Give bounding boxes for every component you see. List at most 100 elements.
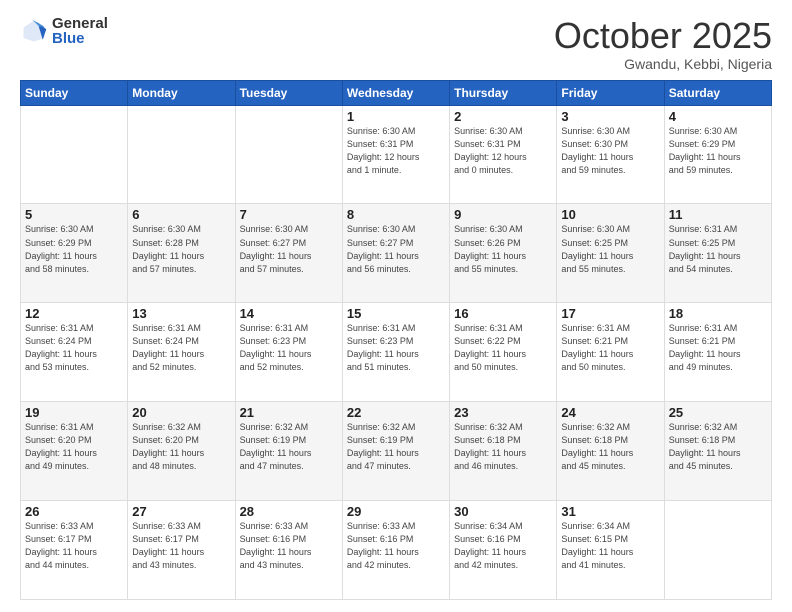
table-row: 16Sunrise: 6:31 AM Sunset: 6:22 PM Dayli… <box>450 303 557 402</box>
day-number: 12 <box>25 306 123 321</box>
day-info: Sunrise: 6:33 AM Sunset: 6:17 PM Dayligh… <box>132 520 230 572</box>
day-info: Sunrise: 6:31 AM Sunset: 6:23 PM Dayligh… <box>347 322 445 374</box>
table-row: 11Sunrise: 6:31 AM Sunset: 6:25 PM Dayli… <box>664 204 771 303</box>
day-info: Sunrise: 6:30 AM Sunset: 6:31 PM Dayligh… <box>454 125 552 177</box>
table-row: 30Sunrise: 6:34 AM Sunset: 6:16 PM Dayli… <box>450 501 557 600</box>
day-number: 28 <box>240 504 338 519</box>
day-number: 2 <box>454 109 552 124</box>
day-number: 1 <box>347 109 445 124</box>
day-info: Sunrise: 6:32 AM Sunset: 6:18 PM Dayligh… <box>669 421 767 473</box>
day-number: 11 <box>669 207 767 222</box>
day-info: Sunrise: 6:31 AM Sunset: 6:20 PM Dayligh… <box>25 421 123 473</box>
day-number: 18 <box>669 306 767 321</box>
day-info: Sunrise: 6:34 AM Sunset: 6:16 PM Dayligh… <box>454 520 552 572</box>
col-sunday: Sunday <box>21 80 128 105</box>
logo-text: General Blue <box>52 16 108 46</box>
title-block: October 2025 Gwandu, Kebbi, Nigeria <box>554 16 772 72</box>
table-row: 17Sunrise: 6:31 AM Sunset: 6:21 PM Dayli… <box>557 303 664 402</box>
day-info: Sunrise: 6:34 AM Sunset: 6:15 PM Dayligh… <box>561 520 659 572</box>
day-info: Sunrise: 6:31 AM Sunset: 6:21 PM Dayligh… <box>669 322 767 374</box>
logo-icon <box>20 17 48 45</box>
location-subtitle: Gwandu, Kebbi, Nigeria <box>554 56 772 72</box>
table-row: 15Sunrise: 6:31 AM Sunset: 6:23 PM Dayli… <box>342 303 449 402</box>
table-row: 28Sunrise: 6:33 AM Sunset: 6:16 PM Dayli… <box>235 501 342 600</box>
table-row: 31Sunrise: 6:34 AM Sunset: 6:15 PM Dayli… <box>557 501 664 600</box>
table-row: 24Sunrise: 6:32 AM Sunset: 6:18 PM Dayli… <box>557 402 664 501</box>
table-row: 23Sunrise: 6:32 AM Sunset: 6:18 PM Dayli… <box>450 402 557 501</box>
day-number: 10 <box>561 207 659 222</box>
table-row <box>235 105 342 204</box>
day-info: Sunrise: 6:30 AM Sunset: 6:25 PM Dayligh… <box>561 223 659 275</box>
day-number: 13 <box>132 306 230 321</box>
day-info: Sunrise: 6:30 AM Sunset: 6:26 PM Dayligh… <box>454 223 552 275</box>
day-number: 31 <box>561 504 659 519</box>
calendar-week-row: 19Sunrise: 6:31 AM Sunset: 6:20 PM Dayli… <box>21 402 772 501</box>
day-info: Sunrise: 6:33 AM Sunset: 6:16 PM Dayligh… <box>240 520 338 572</box>
day-number: 14 <box>240 306 338 321</box>
day-info: Sunrise: 6:31 AM Sunset: 6:22 PM Dayligh… <box>454 322 552 374</box>
day-number: 5 <box>25 207 123 222</box>
day-number: 19 <box>25 405 123 420</box>
day-number: 3 <box>561 109 659 124</box>
day-number: 24 <box>561 405 659 420</box>
day-info: Sunrise: 6:30 AM Sunset: 6:27 PM Dayligh… <box>240 223 338 275</box>
day-number: 27 <box>132 504 230 519</box>
day-info: Sunrise: 6:31 AM Sunset: 6:23 PM Dayligh… <box>240 322 338 374</box>
table-row: 29Sunrise: 6:33 AM Sunset: 6:16 PM Dayli… <box>342 501 449 600</box>
day-number: 22 <box>347 405 445 420</box>
table-row: 26Sunrise: 6:33 AM Sunset: 6:17 PM Dayli… <box>21 501 128 600</box>
day-info: Sunrise: 6:32 AM Sunset: 6:18 PM Dayligh… <box>454 421 552 473</box>
table-row: 4Sunrise: 6:30 AM Sunset: 6:29 PM Daylig… <box>664 105 771 204</box>
day-number: 8 <box>347 207 445 222</box>
day-number: 4 <box>669 109 767 124</box>
col-monday: Monday <box>128 80 235 105</box>
day-info: Sunrise: 6:30 AM Sunset: 6:29 PM Dayligh… <box>669 125 767 177</box>
calendar-week-row: 5Sunrise: 6:30 AM Sunset: 6:29 PM Daylig… <box>21 204 772 303</box>
col-saturday: Saturday <box>664 80 771 105</box>
day-info: Sunrise: 6:31 AM Sunset: 6:24 PM Dayligh… <box>132 322 230 374</box>
table-row: 2Sunrise: 6:30 AM Sunset: 6:31 PM Daylig… <box>450 105 557 204</box>
day-number: 20 <box>132 405 230 420</box>
day-info: Sunrise: 6:30 AM Sunset: 6:27 PM Dayligh… <box>347 223 445 275</box>
logo-general: General <box>52 16 108 31</box>
table-row: 1Sunrise: 6:30 AM Sunset: 6:31 PM Daylig… <box>342 105 449 204</box>
table-row: 5Sunrise: 6:30 AM Sunset: 6:29 PM Daylig… <box>21 204 128 303</box>
day-info: Sunrise: 6:32 AM Sunset: 6:18 PM Dayligh… <box>561 421 659 473</box>
table-row: 19Sunrise: 6:31 AM Sunset: 6:20 PM Dayli… <box>21 402 128 501</box>
day-info: Sunrise: 6:30 AM Sunset: 6:31 PM Dayligh… <box>347 125 445 177</box>
header: General Blue October 2025 Gwandu, Kebbi,… <box>20 16 772 72</box>
day-number: 6 <box>132 207 230 222</box>
table-row: 10Sunrise: 6:30 AM Sunset: 6:25 PM Dayli… <box>557 204 664 303</box>
table-row: 6Sunrise: 6:30 AM Sunset: 6:28 PM Daylig… <box>128 204 235 303</box>
col-thursday: Thursday <box>450 80 557 105</box>
day-info: Sunrise: 6:32 AM Sunset: 6:19 PM Dayligh… <box>240 421 338 473</box>
calendar-week-row: 1Sunrise: 6:30 AM Sunset: 6:31 PM Daylig… <box>21 105 772 204</box>
day-number: 15 <box>347 306 445 321</box>
table-row: 18Sunrise: 6:31 AM Sunset: 6:21 PM Dayli… <box>664 303 771 402</box>
day-info: Sunrise: 6:30 AM Sunset: 6:29 PM Dayligh… <box>25 223 123 275</box>
day-number: 17 <box>561 306 659 321</box>
table-row <box>128 105 235 204</box>
day-number: 29 <box>347 504 445 519</box>
day-info: Sunrise: 6:33 AM Sunset: 6:16 PM Dayligh… <box>347 520 445 572</box>
day-number: 23 <box>454 405 552 420</box>
table-row: 9Sunrise: 6:30 AM Sunset: 6:26 PM Daylig… <box>450 204 557 303</box>
day-info: Sunrise: 6:31 AM Sunset: 6:24 PM Dayligh… <box>25 322 123 374</box>
day-number: 26 <box>25 504 123 519</box>
table-row: 12Sunrise: 6:31 AM Sunset: 6:24 PM Dayli… <box>21 303 128 402</box>
day-info: Sunrise: 6:31 AM Sunset: 6:25 PM Dayligh… <box>669 223 767 275</box>
table-row: 3Sunrise: 6:30 AM Sunset: 6:30 PM Daylig… <box>557 105 664 204</box>
table-row: 20Sunrise: 6:32 AM Sunset: 6:20 PM Dayli… <box>128 402 235 501</box>
day-number: 25 <box>669 405 767 420</box>
calendar-week-row: 12Sunrise: 6:31 AM Sunset: 6:24 PM Dayli… <box>21 303 772 402</box>
day-info: Sunrise: 6:32 AM Sunset: 6:19 PM Dayligh… <box>347 421 445 473</box>
day-info: Sunrise: 6:31 AM Sunset: 6:21 PM Dayligh… <box>561 322 659 374</box>
day-info: Sunrise: 6:30 AM Sunset: 6:30 PM Dayligh… <box>561 125 659 177</box>
day-number: 30 <box>454 504 552 519</box>
calendar-table: Sunday Monday Tuesday Wednesday Thursday… <box>20 80 772 600</box>
day-number: 16 <box>454 306 552 321</box>
page: General Blue October 2025 Gwandu, Kebbi,… <box>0 0 792 612</box>
table-row: 7Sunrise: 6:30 AM Sunset: 6:27 PM Daylig… <box>235 204 342 303</box>
table-row: 21Sunrise: 6:32 AM Sunset: 6:19 PM Dayli… <box>235 402 342 501</box>
day-info: Sunrise: 6:33 AM Sunset: 6:17 PM Dayligh… <box>25 520 123 572</box>
